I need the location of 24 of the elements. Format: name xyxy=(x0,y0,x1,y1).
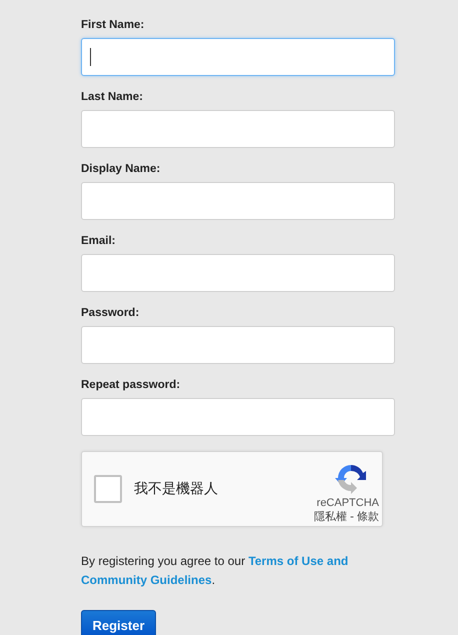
terms-link[interactable]: Terms of Use and xyxy=(248,554,348,568)
privacy-link[interactable]: 隱私權 xyxy=(314,510,348,524)
input-field[interactable] xyxy=(81,38,395,76)
field-label: Last Name: xyxy=(81,91,144,104)
input-field[interactable] xyxy=(81,254,395,292)
captcha-brand: reCAPTCHA xyxy=(316,496,379,510)
agreement-text: By registering you agree to our xyxy=(81,554,246,568)
field-label: Password: xyxy=(81,307,140,320)
recaptcha-logo-icon xyxy=(335,462,367,494)
terms-link[interactable]: 條款 xyxy=(357,510,379,524)
field-label: First Name: xyxy=(81,19,146,32)
captcha-checkbox[interactable] xyxy=(94,475,122,503)
field-label: Display Name: xyxy=(81,163,162,176)
guidelines-link[interactable]: Community Guidelines xyxy=(81,573,212,587)
link-separator: - xyxy=(350,510,354,524)
input-field[interactable] xyxy=(81,182,395,220)
input-field[interactable] xyxy=(81,326,395,364)
field-label: Email: xyxy=(81,235,117,248)
input-field[interactable] xyxy=(81,398,395,436)
captcha-label: 我不是機器人 xyxy=(134,480,218,498)
field-label: Repeat password: xyxy=(81,379,182,392)
agreement-period: . xyxy=(212,573,216,587)
input-field[interactable] xyxy=(81,110,395,148)
register-button[interactable]: Register xyxy=(81,610,156,635)
